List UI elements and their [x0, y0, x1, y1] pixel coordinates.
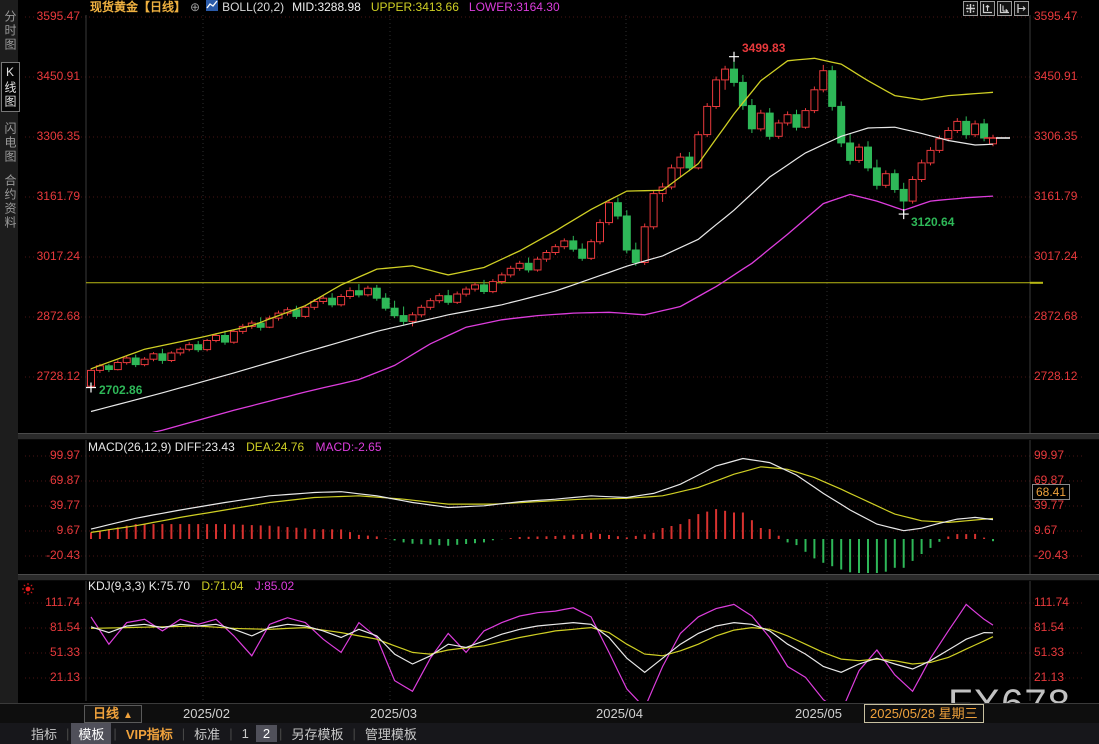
bottom-tab-1[interactable]: 模板 [71, 723, 112, 744]
axis-label: 81.54 [1034, 620, 1065, 634]
axis-label: 69.87 [49, 473, 80, 487]
sidebar-item-lightning-chart[interactable]: 闪电图 [2, 122, 19, 164]
boll-lower-value: LOWER:3164.30 [468, 0, 560, 14]
kdj-j-value: J:85.02 [254, 579, 295, 593]
axis-label: 39.77 [49, 498, 80, 512]
boll-upper-value: UPPER:3413.66 [370, 0, 459, 14]
sidebar-item-kline-chart[interactable]: K线图 [1, 62, 20, 112]
axis-label: 51.33 [49, 645, 80, 659]
sidebar-item-contract-info[interactable]: 合约资料 [2, 174, 19, 230]
pan-right-icon[interactable] [1014, 1, 1029, 16]
kdj-title: KDJ(9,3,3) [88, 579, 146, 593]
chart-toolbar [963, 1, 1029, 16]
axis-label: 3306.35 [1034, 129, 1078, 143]
symbol-title: 现货黄金【日线】 [90, 0, 187, 14]
circle-plus-icon[interactable]: ⊕ [190, 0, 200, 14]
tab-separator: | [113, 726, 117, 741]
axis-label: 3161.79 [36, 189, 80, 203]
trading-chart-app: 分时图 K线图 闪电图 合约资料 现货黄金【日线】 ⊕ BOLL(20,2) MID:… [0, 0, 1099, 744]
axis-label: 51.33 [1034, 645, 1065, 659]
chart-header: 现货黄金【日线】 ⊕ BOLL(20,2) MID:3288.98 UPPER:3413… [18, 0, 560, 15]
chart-canvas[interactable] [0, 0, 1099, 744]
macd-value: MACD:-2.65 [315, 440, 382, 454]
sidebar: 分时图 K线图 闪电图 合约资料 [0, 0, 20, 703]
axis-label: 3017.24 [36, 249, 80, 263]
bottom-tab-3[interactable]: 标准 [187, 723, 227, 744]
bottom-tab-2[interactable]: VIP指标 [119, 723, 180, 744]
mid-low-annotation: 3120.64 [911, 215, 955, 229]
kdj-d-value: D:71.04 [201, 579, 244, 593]
crosshair-icon[interactable] [963, 1, 978, 16]
bottom-tab-5[interactable]: 2 [255, 725, 278, 742]
date-axis-label: 2025/02 [183, 706, 230, 721]
axis-label: 3017.24 [1034, 249, 1078, 263]
date-axis-label: 2025/04 [596, 706, 643, 721]
sidebar-item-time-chart[interactable]: 分时图 [2, 10, 19, 52]
axis-label: 3161.79 [1034, 189, 1078, 203]
tab-separator: | [352, 726, 356, 741]
kdj-k-value: K:75.70 [148, 579, 191, 593]
period-arrow-icon: ▲ [123, 710, 133, 721]
macd-diff-value: DIFF:23.43 [174, 440, 235, 454]
bottom-tab-6[interactable]: 另存模板 [284, 723, 350, 744]
tab-separator: | [229, 726, 233, 741]
bottom-tab-7[interactable]: 管理模板 [358, 723, 424, 744]
axis-zoom-out-icon[interactable] [997, 1, 1012, 16]
macd-current-value-badge: 68.41 [1032, 484, 1071, 500]
axis-label: 2728.12 [36, 369, 80, 383]
current-date-label: 2025/05/28 星期三 [864, 704, 984, 723]
panel-separator[interactable] [0, 433, 1099, 440]
date-axis-row: 日线 ▲ 2025/02 2025/03 2025/04 2025/05 2025/05… [0, 703, 1099, 724]
axis-label: 2728.12 [1034, 369, 1078, 383]
bottom-tab-0[interactable]: 指标 [24, 723, 64, 744]
axis-label: 3595.47 [1034, 9, 1078, 23]
macd-header: MACD(26,12,9) DIFF:23.43 DEA:24.76 MACD:… [88, 440, 382, 454]
boll-label: BOLL(20,2) [222, 0, 285, 14]
axis-label: 3450.91 [36, 69, 80, 83]
high-price-annotation: 3499.83 [742, 41, 786, 55]
date-axis-label: 2025/05 [795, 706, 842, 721]
axis-label: -20.43 [45, 548, 80, 562]
macd-title: MACD(26,12,9) [88, 440, 172, 454]
axis-label: 3306.35 [36, 129, 80, 143]
axis-label: 2872.68 [1034, 309, 1078, 323]
axis-label: 111.74 [1034, 595, 1069, 609]
macd-dea-value: DEA:24.76 [246, 440, 305, 454]
tab-separator: | [181, 726, 186, 741]
axis-label: 9.67 [56, 523, 80, 537]
kdj-header: KDJ(9,3,3) K:75.70 D:71.04 J:85.02 [88, 579, 294, 593]
axis-zoom-in-icon[interactable] [980, 1, 995, 16]
tab-separator: | [66, 726, 70, 741]
axis-label: 81.54 [49, 620, 80, 634]
sun-marker-icon[interactable] [22, 582, 34, 600]
axis-label: 99.97 [1034, 448, 1065, 462]
axis-label: 3450.91 [1034, 69, 1078, 83]
bottom-tab-4[interactable]: 1 [235, 725, 256, 742]
axis-label: -20.43 [1034, 548, 1069, 562]
axis-label: 99.97 [49, 448, 80, 462]
axis-label: 39.77 [1034, 498, 1065, 512]
axis-label: 2872.68 [36, 309, 80, 323]
boll-mid-value: MID:3288.98 [292, 0, 361, 14]
tab-separator: | [279, 726, 283, 741]
date-axis-label: 2025/03 [370, 706, 417, 721]
start-low-annotation: 2702.86 [99, 383, 143, 397]
bottom-tab-bar: 指标 | 模板 | VIP指标 | 标准 | 1 2 | 另存模板 | 管理模板 [0, 723, 1099, 744]
period-selector-button[interactable]: 日线 ▲ [84, 705, 142, 723]
axis-label: 9.67 [1034, 523, 1058, 537]
axis-label: 21.13 [49, 670, 80, 684]
indicator-chart-icon [206, 0, 219, 11]
